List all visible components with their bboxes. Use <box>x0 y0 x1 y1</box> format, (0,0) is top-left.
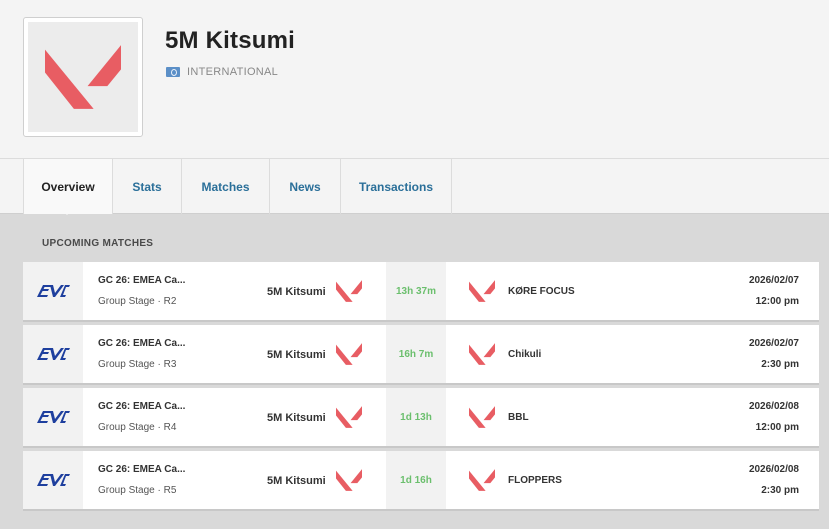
match-eta: 1d 16h <box>386 451 446 509</box>
event-stage: Group Stage · R5 <box>98 485 177 496</box>
event-logo <box>23 325 83 383</box>
event-stage: Group Stage · R3 <box>98 359 177 370</box>
valorant-logo-icon <box>336 406 362 428</box>
match-date: 2026/02/07 <box>748 275 799 286</box>
tab-overview[interactable]: Overview <box>23 159 113 214</box>
game-changers-logo-icon <box>37 411 70 423</box>
match-eta: 1d 13h <box>386 388 446 446</box>
team2-name: BBL <box>508 412 529 423</box>
event-logo <box>23 262 83 320</box>
match-date: 2026/02/08 <box>748 464 799 475</box>
event-name: GC 26: EMEA Ca... <box>98 464 186 475</box>
valorant-logo-icon <box>336 280 362 302</box>
valorant-logo-icon <box>336 469 362 491</box>
country-label: INTERNATIONAL <box>187 66 279 78</box>
event-stage: Group Stage · R2 <box>98 296 177 307</box>
game-changers-logo-icon <box>37 474 70 486</box>
event-name: GC 26: EMEA Ca... <box>98 338 186 349</box>
match-eta: 16h 7m <box>386 325 446 383</box>
active-tab-indicator <box>60 208 74 215</box>
game-changers-logo-icon <box>37 285 70 297</box>
match-card[interactable]: GC 26: EMEA Ca... Group Stage · R5 5M Ki… <box>23 451 819 511</box>
match-eta: 13h 37m <box>386 262 446 320</box>
team-logo <box>23 17 143 137</box>
match-card[interactable]: GC 26: EMEA Ca... Group Stage · R3 5M Ki… <box>23 325 819 385</box>
valorant-logo-icon <box>336 343 362 365</box>
valorant-logo-icon <box>469 280 495 302</box>
tab-transactions[interactable]: Transactions <box>341 159 452 214</box>
upcoming-matches-title: UPCOMING MATCHES <box>42 238 154 249</box>
valorant-logo-icon <box>469 406 495 428</box>
match-date: 2026/02/07 <box>748 338 799 349</box>
valorant-logo-icon <box>469 343 495 365</box>
event-logo <box>23 388 83 446</box>
team2-name: Chikuli <box>508 349 542 360</box>
team2-name: KØRE FOCUS <box>508 286 575 297</box>
match-time: 2:30 pm <box>761 485 799 496</box>
team-header: 5M Kitsumi INTERNATIONAL <box>0 0 829 159</box>
match-date: 2026/02/08 <box>748 401 799 412</box>
match-card[interactable]: GC 26: EMEA Ca... Group Stage · R4 5M Ki… <box>23 388 819 448</box>
team-name: 5M Kitsumi <box>165 27 296 54</box>
team-tabs: Overview Stats Matches News Transactions <box>0 159 829 214</box>
match-time: 12:00 pm <box>755 422 799 433</box>
team2-name: FLOPPERS <box>508 475 562 486</box>
team1-name: 5M Kitsumi <box>267 349 326 361</box>
event-stage: Group Stage · R4 <box>98 422 177 433</box>
match-card[interactable]: GC 26: EMEA Ca... Group Stage · R2 5M Ki… <box>23 262 819 322</box>
match-time: 2:30 pm <box>761 359 799 370</box>
event-name: GC 26: EMEA Ca... <box>98 275 186 286</box>
game-changers-logo-icon <box>37 348 70 360</box>
match-time: 12:00 pm <box>755 296 799 307</box>
tab-stats[interactable]: Stats <box>113 159 182 214</box>
tab-matches[interactable]: Matches <box>182 159 270 214</box>
valorant-logo-icon <box>45 45 121 109</box>
valorant-logo-icon <box>469 469 495 491</box>
team1-name: 5M Kitsumi <box>267 412 326 424</box>
team1-name: 5M Kitsumi <box>267 475 326 487</box>
event-logo <box>23 451 83 509</box>
international-flag-icon <box>166 67 180 77</box>
team-country: INTERNATIONAL <box>166 66 278 78</box>
event-name: GC 26: EMEA Ca... <box>98 401 186 412</box>
tab-news[interactable]: News <box>270 159 341 214</box>
team1-name: 5M Kitsumi <box>267 286 326 298</box>
